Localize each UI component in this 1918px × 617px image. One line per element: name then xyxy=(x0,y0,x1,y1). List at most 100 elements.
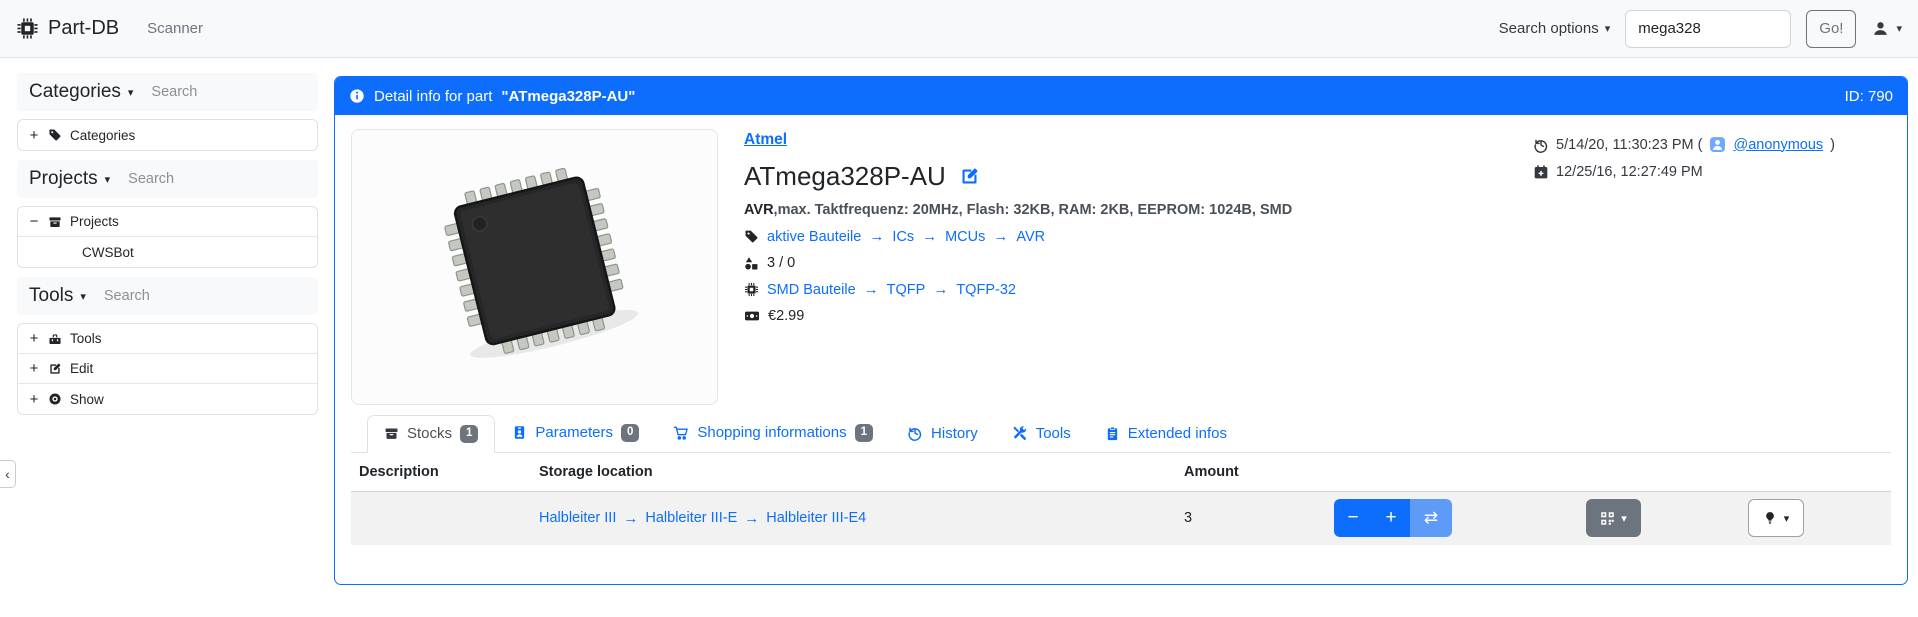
sidebar-item-label: Show xyxy=(70,392,104,407)
tab-parameters[interactable]: Parameters 0 xyxy=(495,414,656,452)
header-prefix: Detail info for part xyxy=(374,88,492,105)
footprint-link[interactable]: TQFP xyxy=(887,282,926,298)
storage-location-link[interactable]: Halbleiter III-E4 xyxy=(766,510,866,526)
stock-summary-value: 3 / 0 xyxy=(767,255,795,271)
price-value: €2.99 xyxy=(768,308,804,324)
search-input[interactable] xyxy=(1625,10,1791,48)
stock-table-row: Halbleiter III → Halbleiter III-E → Halb… xyxy=(351,492,1891,545)
tab-count-badge: 1 xyxy=(460,425,478,443)
tab-label: Tools xyxy=(1036,425,1071,442)
sidebar-item-label: Edit xyxy=(70,361,93,376)
part-detail-header: Detail info for part "ATmega328P-AU" ID:… xyxy=(335,77,1907,115)
tools-search-input[interactable] xyxy=(102,287,232,305)
part-meta: 5/14/20, 11:30:23 PM ( @anonymous ) xyxy=(1533,131,1835,185)
category-link[interactable]: AVR xyxy=(1016,229,1045,245)
last-modified-suffix: ) xyxy=(1830,137,1835,153)
sidebar-item-show[interactable]: + Show xyxy=(18,384,317,414)
sidebar-item-projects[interactable]: − Projects xyxy=(18,207,317,237)
breadcrumb-arrow-icon: → xyxy=(922,228,937,245)
part-name-title: ATmega328P-AU xyxy=(744,161,946,192)
breadcrumb-arrow-icon: → xyxy=(744,510,759,527)
archive-box-icon xyxy=(384,426,399,441)
expand-icon[interactable]: + xyxy=(28,391,40,408)
move-stock-button[interactable]: ⇄ xyxy=(1410,499,1452,537)
tab-stocks[interactable]: Stocks 1 xyxy=(367,415,495,453)
led-locate-dropdown-button[interactable]: ▾ xyxy=(1748,499,1804,537)
chevron-down-icon: ▾ xyxy=(105,173,111,186)
tab-extended-infos[interactable]: Extended infos xyxy=(1088,415,1244,452)
sidebar-collapse-handle[interactable]: ‹ xyxy=(0,460,16,488)
chevron-down-icon: ▾ xyxy=(1896,22,1902,35)
manufacturer-link[interactable]: Atmel xyxy=(744,131,787,148)
projects-title: Projects xyxy=(29,168,98,190)
search-go-button[interactable]: Go! xyxy=(1806,10,1856,48)
tab-history[interactable]: History xyxy=(890,415,995,452)
category-link[interactable]: aktive Bauteile xyxy=(767,229,861,245)
last-modified-value: 5/14/20, 11:30:23 PM ( xyxy=(1556,137,1702,153)
expand-icon[interactable]: + xyxy=(28,330,40,347)
collapse-minus-icon[interactable]: − xyxy=(28,213,40,230)
id-badge-icon xyxy=(512,425,527,440)
tab-shopping-informations[interactable]: Shopping informations 1 xyxy=(656,414,890,452)
nav-link-scanner[interactable]: Scanner xyxy=(147,20,203,37)
category-link[interactable]: ICs xyxy=(892,229,914,245)
history-icon xyxy=(1533,137,1549,153)
search-options-dropdown[interactable]: Search options ▾ xyxy=(1499,20,1611,37)
expand-icon[interactable]: + xyxy=(28,360,40,377)
top-navbar: Part-DB Scanner Search options ▾ Go! ▾ xyxy=(0,0,1918,58)
label-dropdown-button[interactable]: ▾ xyxy=(1586,499,1641,537)
cart-icon xyxy=(673,425,689,441)
qrcode-icon xyxy=(1600,511,1615,526)
projects-dropdown[interactable]: Projects ▾ xyxy=(29,168,110,190)
money-bill-icon xyxy=(744,308,760,324)
category-link[interactable]: MCUs xyxy=(945,229,985,245)
breadcrumb-arrow-icon: → xyxy=(869,228,884,245)
footprint-link[interactable]: TQFP-32 xyxy=(956,282,1016,298)
storage-location-link[interactable]: Halbleiter III xyxy=(539,510,616,526)
part-image[interactable] xyxy=(351,129,718,405)
stock-table-header: Description Storage location Amount xyxy=(351,453,1891,492)
sidebar-section-tools-header: Tools ▾ xyxy=(17,277,318,315)
sidebar-item-categories[interactable]: + Categories xyxy=(18,120,317,150)
sidebar-section-categories-header: Categories ▾ xyxy=(17,73,318,111)
anonymous-user-link[interactable]: @anonymous xyxy=(1733,137,1823,153)
tag-icon xyxy=(744,229,759,244)
created-value: 12/25/16, 12:27:49 PM xyxy=(1556,164,1703,180)
projects-search-input[interactable] xyxy=(126,170,256,188)
tools-wrench-icon xyxy=(1012,425,1028,441)
edit-part-icon[interactable] xyxy=(959,166,980,187)
part-id-label: ID: 790 xyxy=(1845,88,1893,105)
sidebar-item-edit[interactable]: + Edit xyxy=(18,354,317,384)
breadcrumb-arrow-icon: → xyxy=(623,510,638,527)
categories-tree: + Categories xyxy=(17,119,318,151)
archive-box-icon xyxy=(48,215,62,229)
footprint-breadcrumb: SMD Bauteile → TQFP → TQFP-32 xyxy=(744,281,1292,298)
tab-label: Stocks xyxy=(407,425,452,442)
expand-icon[interactable]: + xyxy=(28,127,40,144)
app-brand[interactable]: Part-DB xyxy=(16,17,119,40)
tab-tools[interactable]: Tools xyxy=(995,415,1088,452)
increase-stock-button[interactable]: + xyxy=(1372,499,1410,537)
sidebar-item-tools[interactable]: + Tools xyxy=(18,324,317,354)
storage-location-link[interactable]: Halbleiter III-E xyxy=(645,510,737,526)
decrease-stock-button[interactable]: − xyxy=(1334,499,1372,537)
categories-search-input[interactable] xyxy=(149,83,279,101)
breadcrumb-arrow-icon: → xyxy=(993,228,1008,245)
microchip-icon xyxy=(744,282,759,297)
projects-tree: − Projects CWSBot xyxy=(17,206,318,268)
user-menu-dropdown[interactable]: ▾ xyxy=(1871,19,1902,38)
column-header-amount: Amount xyxy=(1176,464,1326,480)
tools-dropdown[interactable]: Tools ▾ xyxy=(29,285,86,307)
user-avatar-icon xyxy=(1709,136,1726,153)
tab-count-badge: 0 xyxy=(621,424,639,442)
footprint-link[interactable]: SMD Bauteile xyxy=(767,282,856,298)
categories-dropdown[interactable]: Categories ▾ xyxy=(29,81,133,103)
price-line: €2.99 xyxy=(744,308,1292,324)
tools-title: Tools xyxy=(29,285,73,307)
breadcrumb-arrow-icon: → xyxy=(933,281,948,298)
search-options-label: Search options xyxy=(1499,20,1599,37)
tag-icon xyxy=(48,128,62,142)
sidebar-item-cwsbot[interactable]: CWSBot xyxy=(18,237,317,267)
sidebar-item-label: Tools xyxy=(70,331,102,346)
info-circle-icon xyxy=(349,88,365,104)
